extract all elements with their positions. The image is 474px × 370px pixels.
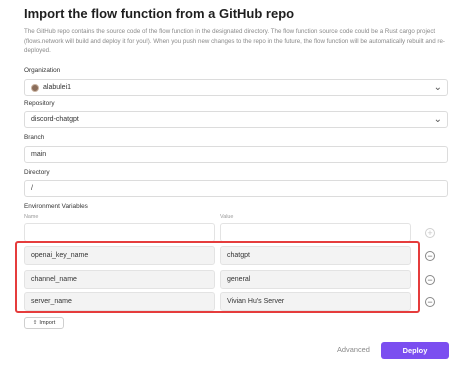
- organization-select[interactable]: alabulei1 ⌄: [24, 79, 448, 96]
- new-env-name-input[interactable]: [24, 223, 215, 242]
- branch-input[interactable]: main: [24, 146, 448, 163]
- organization-label: Organization: [24, 67, 61, 74]
- import-label: Import: [39, 320, 56, 326]
- minus-circle-icon[interactable]: −: [425, 275, 435, 285]
- env-label: Environment Variables: [24, 203, 88, 210]
- dialog-title: Import the flow function from a GitHub r…: [24, 6, 295, 21]
- directory-label: Directory: [24, 169, 50, 176]
- env-value-header: Value: [220, 214, 234, 220]
- directory-value: /: [31, 185, 33, 192]
- chevron-down-icon: ⌄: [433, 82, 442, 93]
- new-env-value-input[interactable]: [220, 223, 411, 242]
- chevron-down-icon: ⌄: [433, 114, 442, 125]
- repository-value: discord-chatgpt: [31, 116, 79, 123]
- organization-avatar: [31, 83, 39, 92]
- upload-icon: ⇪: [32, 320, 38, 326]
- env-rows-highlight: [15, 241, 420, 313]
- branch-value: main: [31, 151, 47, 158]
- organization-value: alabulei1: [43, 84, 72, 91]
- dialog-description: The GitHub repo contains the source code…: [24, 28, 445, 54]
- directory-input[interactable]: /: [24, 180, 448, 197]
- minus-circle-icon[interactable]: −: [425, 297, 435, 307]
- import-button[interactable]: ⇪ Import: [24, 317, 64, 329]
- deploy-button[interactable]: Deploy: [381, 342, 449, 359]
- repository-label: Repository: [24, 100, 55, 107]
- minus-circle-icon[interactable]: −: [425, 251, 435, 261]
- branch-label: Branch: [24, 134, 45, 141]
- env-name-header: Name: [24, 214, 39, 220]
- repository-select[interactable]: discord-chatgpt ⌄: [24, 111, 448, 128]
- advanced-button[interactable]: Advanced: [337, 345, 370, 354]
- plus-circle-icon[interactable]: +: [425, 228, 435, 238]
